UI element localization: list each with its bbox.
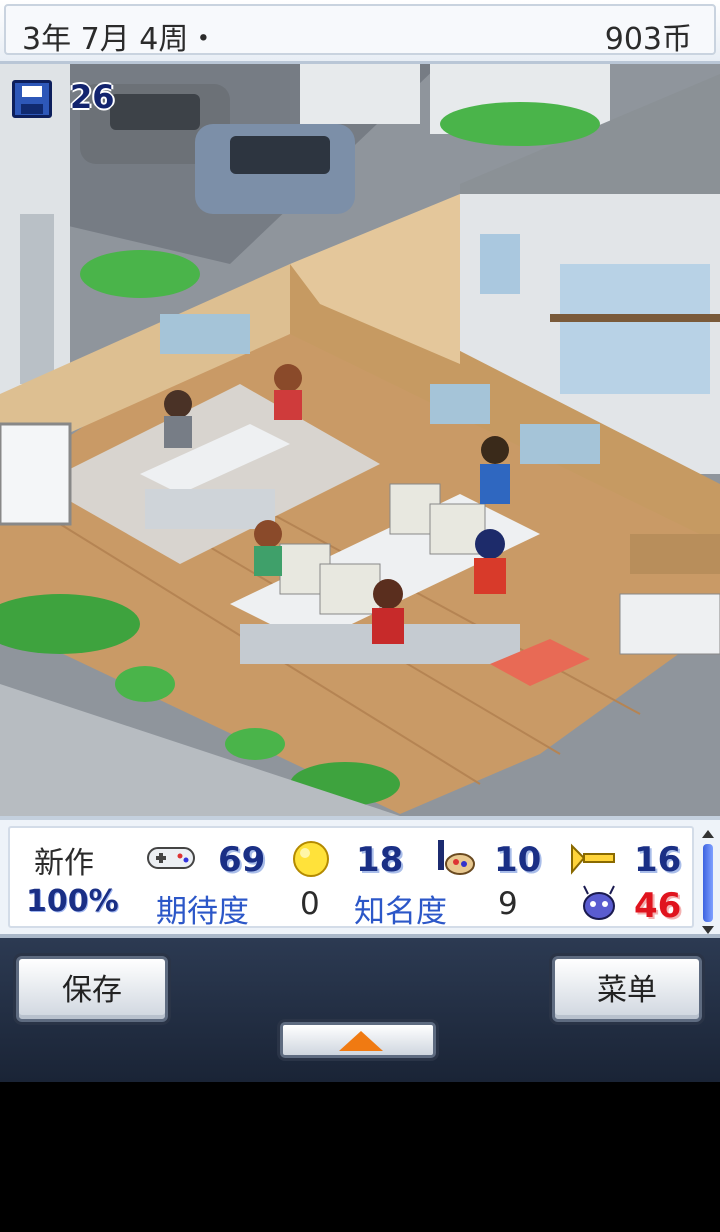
expectation-value: 0 (300, 886, 320, 922)
staff-member-1 (164, 390, 192, 448)
progress-percent: 100% (26, 884, 119, 919)
fame-value: 9 (498, 886, 518, 922)
staff-member-2 (274, 364, 302, 420)
office-scene[interactable]: 26 (0, 64, 720, 816)
bottom-button-bar: 保存 菜单 (0, 938, 720, 1082)
staff-member-4 (254, 520, 282, 576)
staff-member-5 (474, 529, 506, 594)
light-bulb-icon (293, 841, 329, 877)
office-illustration (0, 64, 720, 816)
bottom-black-area (0, 1082, 720, 1232)
bug-icon (583, 885, 615, 920)
expand-panel-button[interactable] (280, 1022, 436, 1058)
controller-icon (147, 847, 195, 869)
graphics-value: 10 (494, 840, 542, 880)
parked-car-2 (195, 124, 355, 214)
floppy-disk-icon (12, 80, 52, 118)
stats-scrollbar[interactable] (702, 830, 714, 934)
money-display: 903币 (604, 22, 692, 57)
scroll-thumb[interactable] (703, 844, 713, 922)
fun-value: 69 (218, 840, 266, 880)
palette-icon (438, 840, 475, 875)
staff-member-6 (372, 579, 404, 644)
trumpet-icon (571, 843, 615, 875)
game-date: 3年 7月 4周・ (22, 22, 219, 57)
project-stats-panel: 新作 100% 69 18 10 16 期待度 0 知名度 9 46 (0, 816, 720, 938)
save-count: 26 (70, 78, 115, 116)
creativity-value: 18 (356, 840, 404, 880)
status-bar: 3年 7月 4周・ 903币 (0, 0, 720, 64)
save-indicator: 26 (12, 78, 122, 118)
sound-value: 16 (634, 840, 682, 880)
fame-label: 知名度 (354, 894, 447, 930)
bugs-value: 46 (634, 886, 682, 926)
staff-member-3 (480, 436, 510, 504)
new-game-label: 新作 (34, 846, 94, 881)
save-button[interactable]: 保存 (16, 956, 168, 1022)
scroll-up-arrow-icon[interactable] (702, 830, 714, 838)
scroll-down-arrow-icon[interactable] (702, 926, 714, 934)
expectation-label: 期待度 (156, 894, 249, 930)
arrow-up-icon (339, 1031, 383, 1051)
menu-button[interactable]: 菜单 (552, 956, 702, 1022)
